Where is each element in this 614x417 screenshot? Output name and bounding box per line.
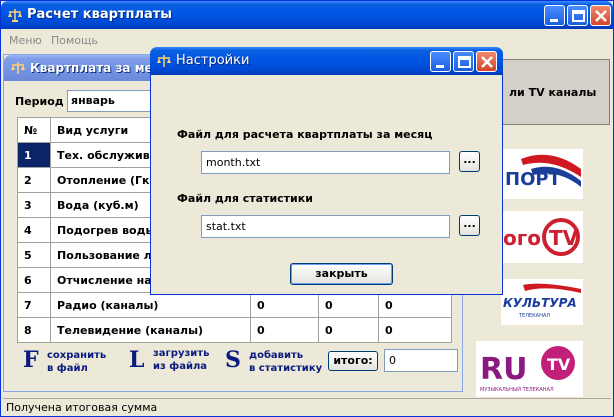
close-icon	[595, 10, 607, 22]
maximize-button[interactable]	[567, 5, 588, 26]
close-icon	[481, 56, 493, 68]
period-label: Период	[15, 95, 64, 108]
status-bar: Получена итоговая сумма	[3, 398, 611, 416]
total-button[interactable]: итого:	[328, 351, 378, 371]
period-select[interactable]: январь	[67, 90, 163, 112]
header-num: №	[17, 117, 51, 143]
table-row[interactable]: 7 Радио (каналы) 000	[17, 292, 452, 318]
logo-ru-tv[interactable]: RU TV МУЗЫКАЛЬНЫЙ ТЕЛЕКАНАЛ	[476, 341, 583, 397]
sport-logo-icon: ПОРТ	[505, 154, 581, 190]
svg-text:ПОРТ: ПОРТ	[505, 169, 562, 190]
period-value: январь	[71, 94, 115, 107]
app-title: Расчет квартплаты	[27, 7, 173, 22]
ru-tv-logo-icon: RU TV МУЗЫКАЛЬНЫЙ ТЕЛЕКАНАЛ	[480, 346, 575, 393]
minimize-button[interactable]	[544, 5, 565, 26]
scales-icon	[11, 62, 25, 74]
month-file-input[interactable]: month.txt	[201, 151, 450, 174]
hotkey-stat-key: S	[225, 347, 241, 373]
month-file-label: Файл для расчета квартплаты за месяц	[177, 128, 433, 141]
tv-channels-label: ли TV каналы	[509, 86, 597, 99]
dialog-minimize-button[interactable]	[430, 51, 451, 72]
dialog-close-button[interactable]	[476, 51, 497, 72]
nogo-tv-logo-icon: ого TV	[503, 218, 580, 256]
svg-text:RU: RU	[480, 352, 527, 387]
close-button[interactable]	[590, 5, 611, 26]
dialog-title: Настройки	[176, 53, 250, 68]
hotkey-save-key: F	[23, 347, 39, 373]
svg-text:ого: ого	[503, 226, 541, 250]
hotkey-load-label: загрузить из файла	[153, 348, 210, 372]
settings-dialog: Настройки Файл для расчета квартплаты за…	[150, 47, 503, 295]
menu-item-menu[interactable]: Меню	[9, 34, 42, 47]
hotkey-save-label: сохранить в файл	[47, 350, 107, 374]
menu-item-help[interactable]: Помощь	[51, 34, 98, 47]
dialog-close-action-button[interactable]: закрыть	[290, 263, 393, 285]
hotkey-load-key: L	[129, 347, 145, 373]
svg-text:МУЗЫКАЛЬНЫЙ ТЕЛЕКАНАЛ: МУЗЫКАЛЬНЫЙ ТЕЛЕКАНАЛ	[480, 386, 554, 393]
stat-file-label: Файл для статистики	[177, 192, 313, 205]
stat-file-input[interactable]: stat.txt	[201, 215, 450, 238]
main-window: Расчет квартплаты Меню Помощь ли TV кана…	[0, 0, 614, 417]
svg-text:КУЛЬТУРА: КУЛЬТУРА	[503, 296, 577, 310]
maximize-icon	[458, 56, 471, 68]
status-text: Получена итоговая сумма	[6, 401, 158, 414]
minimize-icon	[550, 19, 558, 22]
svg-text:TV: TV	[547, 355, 571, 374]
hotkey-stat-label: добавить в статистику	[249, 350, 323, 374]
stat-browse-button[interactable]: ...	[459, 215, 480, 236]
logo-sport[interactable]: ПОРТ	[501, 149, 583, 199]
logo-kultura[interactable]: КУЛЬТУРА ТЕЛЕКАНАЛ	[501, 279, 583, 325]
dialog-titlebar[interactable]: Настройки	[150, 47, 503, 75]
logo-nogo-tv[interactable]: ого TV	[501, 211, 583, 263]
table-row[interactable]: 8 Телевидение (каналы) 000	[17, 317, 452, 343]
main-titlebar[interactable]: Расчет квартплаты	[1, 1, 613, 29]
dialog-maximize-button[interactable]	[453, 51, 474, 72]
scales-icon	[8, 9, 22, 22]
maximize-icon	[572, 10, 585, 22]
svg-text:ТЕЛЕКАНАЛ: ТЕЛЕКАНАЛ	[518, 313, 550, 319]
svg-text:TV: TV	[549, 226, 579, 250]
minimize-icon	[436, 65, 444, 68]
kultura-logo-icon: КУЛЬТУРА ТЕЛЕКАНАЛ	[503, 283, 581, 319]
month-browse-button[interactable]: ...	[459, 151, 480, 172]
total-field[interactable]: 0	[384, 349, 458, 372]
scales-icon	[157, 55, 171, 67]
